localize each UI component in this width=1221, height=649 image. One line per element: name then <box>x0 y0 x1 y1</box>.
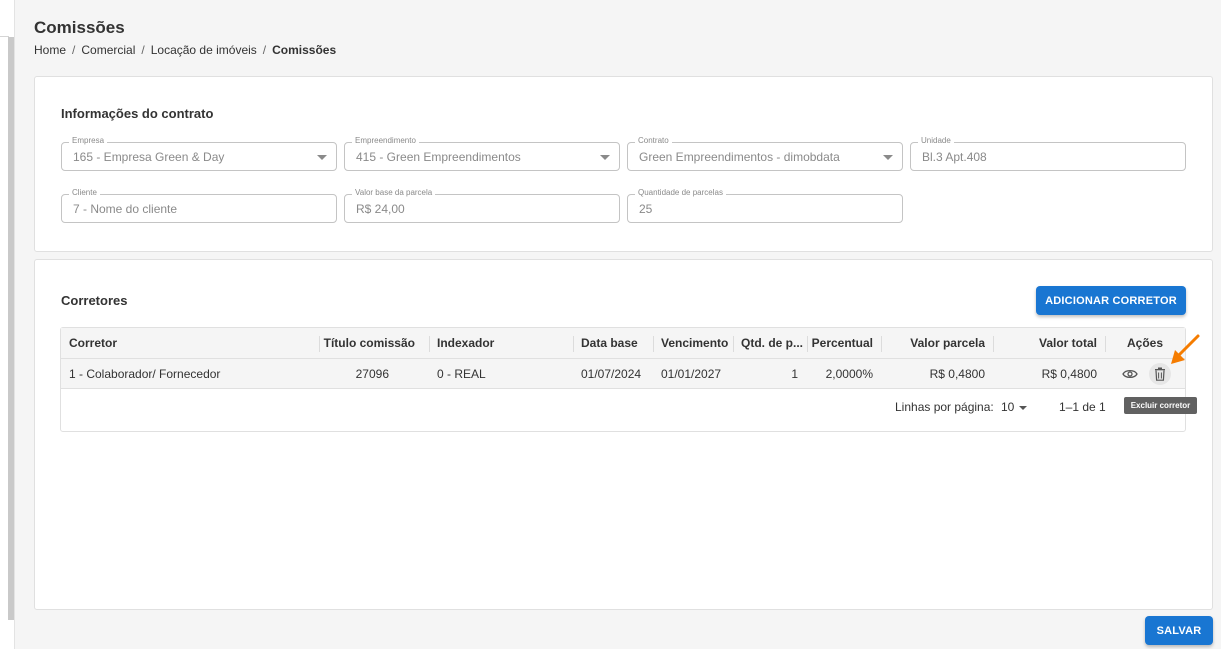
column-separator[interactable] <box>429 336 430 352</box>
cell-valor-total: R$ 0,4800 <box>1041 367 1097 381</box>
rows-per-page-value: 10 <box>1001 400 1015 414</box>
rows-per-page-select[interactable]: 10 <box>1001 400 1028 414</box>
sidebar-scrollbar[interactable] <box>8 37 14 620</box>
contrato-value: Green Empreendimentos - dimobdata <box>639 150 840 164</box>
cell-qtd: 1 <box>791 367 798 381</box>
breadcrumb-current: Comissões <box>272 43 337 57</box>
arrow-pointer-icon <box>1171 334 1200 364</box>
cell-corretor: 1 - Colaborador/ Fornecedor <box>69 367 221 381</box>
corretores-card: Corretores Adicionar corretor Corretor T… <box>34 259 1213 610</box>
page-title: Comissões <box>34 18 125 37</box>
empresa-value: 165 - Empresa Green & Day <box>73 150 225 164</box>
unidade-field[interactable]: Unidade Bl.3 Apt.408 <box>910 135 1186 171</box>
cliente-value: 7 - Nome do cliente <box>73 202 178 216</box>
cell-valor-parcela: R$ 0,4800 <box>929 367 985 381</box>
table-header: Corretor Título comissão Indexador Data … <box>61 328 1185 359</box>
empreendimento-label: Empreendimento <box>352 135 419 147</box>
delete-tooltip: Excluir corretor <box>1124 397 1197 414</box>
breadcrumb-separator: / <box>141 43 145 57</box>
valor-base-field[interactable]: Valor base da parcela R$ 24,00 <box>344 187 620 223</box>
qtd-parcelas-value: 25 <box>639 202 653 216</box>
cell-data-base: 01/07/2024 <box>581 367 642 381</box>
empresa-label: Empresa <box>69 135 108 147</box>
chevron-down-icon <box>1019 405 1028 410</box>
contract-info-card: Informações do contrato Empresa 165 - Em… <box>34 76 1213 252</box>
chevron-down-icon <box>883 155 893 160</box>
left-sidebar-strip <box>0 0 15 649</box>
empreendimento-value: 415 - Green Empreendimentos <box>356 150 521 164</box>
column-separator[interactable] <box>993 336 994 352</box>
pagination-range: 1–1 de 1 <box>1059 400 1106 414</box>
table-row[interactable]: 1 - Colaborador/ Fornecedor 27096 0 - RE… <box>61 359 1185 389</box>
cell-vencimento: 01/01/2027 <box>661 367 722 381</box>
valor-base-value: R$ 24,00 <box>356 202 405 216</box>
valor-base-label: Valor base da parcela <box>352 187 436 199</box>
empresa-select[interactable]: Empresa 165 - Empresa Green & Day <box>61 135 337 171</box>
col-header-percentual[interactable]: Percentual <box>811 328 873 358</box>
contrato-select[interactable]: Contrato Green Empreendimentos - dimobda… <box>627 135 903 171</box>
column-separator[interactable] <box>319 336 320 352</box>
contract-section-title: Informações do contrato <box>61 106 214 121</box>
col-header-data-base[interactable]: Data base <box>581 328 651 358</box>
unidade-value: Bl.3 Apt.408 <box>922 150 987 164</box>
col-header-valor-total[interactable]: Valor total <box>999 328 1097 358</box>
qtd-parcelas-field[interactable]: Quantidade de parcelas 25 <box>627 187 903 223</box>
breadcrumb-comercial[interactable]: Comercial <box>81 43 135 57</box>
cliente-field[interactable]: Cliente 7 - Nome do cliente <box>61 187 337 223</box>
col-header-valor-parcela[interactable]: Valor parcela <box>887 328 985 358</box>
chevron-down-icon <box>600 155 610 160</box>
col-header-corretor[interactable]: Corretor <box>69 328 269 358</box>
column-separator[interactable] <box>573 336 574 352</box>
column-separator[interactable] <box>881 336 882 352</box>
chevron-down-icon <box>317 155 327 160</box>
cell-indexador: 0 - REAL <box>437 367 486 381</box>
empreendimento-select[interactable]: Empreendimento 415 - Green Empreendiment… <box>344 135 620 171</box>
breadcrumb-home[interactable]: Home <box>34 43 66 57</box>
breadcrumb-separator: / <box>72 43 76 57</box>
col-header-qtd[interactable]: Qtd. de p... <box>741 328 804 358</box>
contrato-label: Contrato <box>635 135 672 147</box>
column-separator[interactable] <box>653 336 654 352</box>
view-button[interactable] <box>1119 363 1141 385</box>
eye-icon <box>1122 369 1138 379</box>
rows-per-page-label: Linhas por página: <box>895 400 994 414</box>
corretores-section-title: Corretores <box>61 293 128 308</box>
col-header-indexador[interactable]: Indexador <box>437 328 537 358</box>
qtd-parcelas-label: Quantidade de parcelas <box>635 187 726 199</box>
corretores-table: Corretor Título comissão Indexador Data … <box>60 327 1186 432</box>
col-header-vencimento[interactable]: Vencimento <box>661 328 731 358</box>
trash-icon <box>1155 367 1165 381</box>
save-button[interactable]: Salvar <box>1145 616 1213 645</box>
breadcrumb-separator: / <box>262 43 267 57</box>
breadcrumb-locacao[interactable]: Locação de imóveis <box>151 43 257 57</box>
column-separator[interactable] <box>1105 336 1106 352</box>
breadcrumb: Home / Comercial / Locação de imóveis / Comiss… <box>34 43 336 57</box>
cell-titulo: 27096 <box>355 367 389 381</box>
unidade-label: Unidade <box>918 135 954 147</box>
cell-percentual: 2,0000% <box>825 367 873 381</box>
cliente-label: Cliente <box>69 187 100 199</box>
column-separator[interactable] <box>807 336 808 352</box>
add-corretor-button[interactable]: Adicionar corretor <box>1036 286 1186 315</box>
col-header-titulo[interactable]: Título comissão <box>323 328 415 358</box>
column-separator[interactable] <box>733 336 734 352</box>
